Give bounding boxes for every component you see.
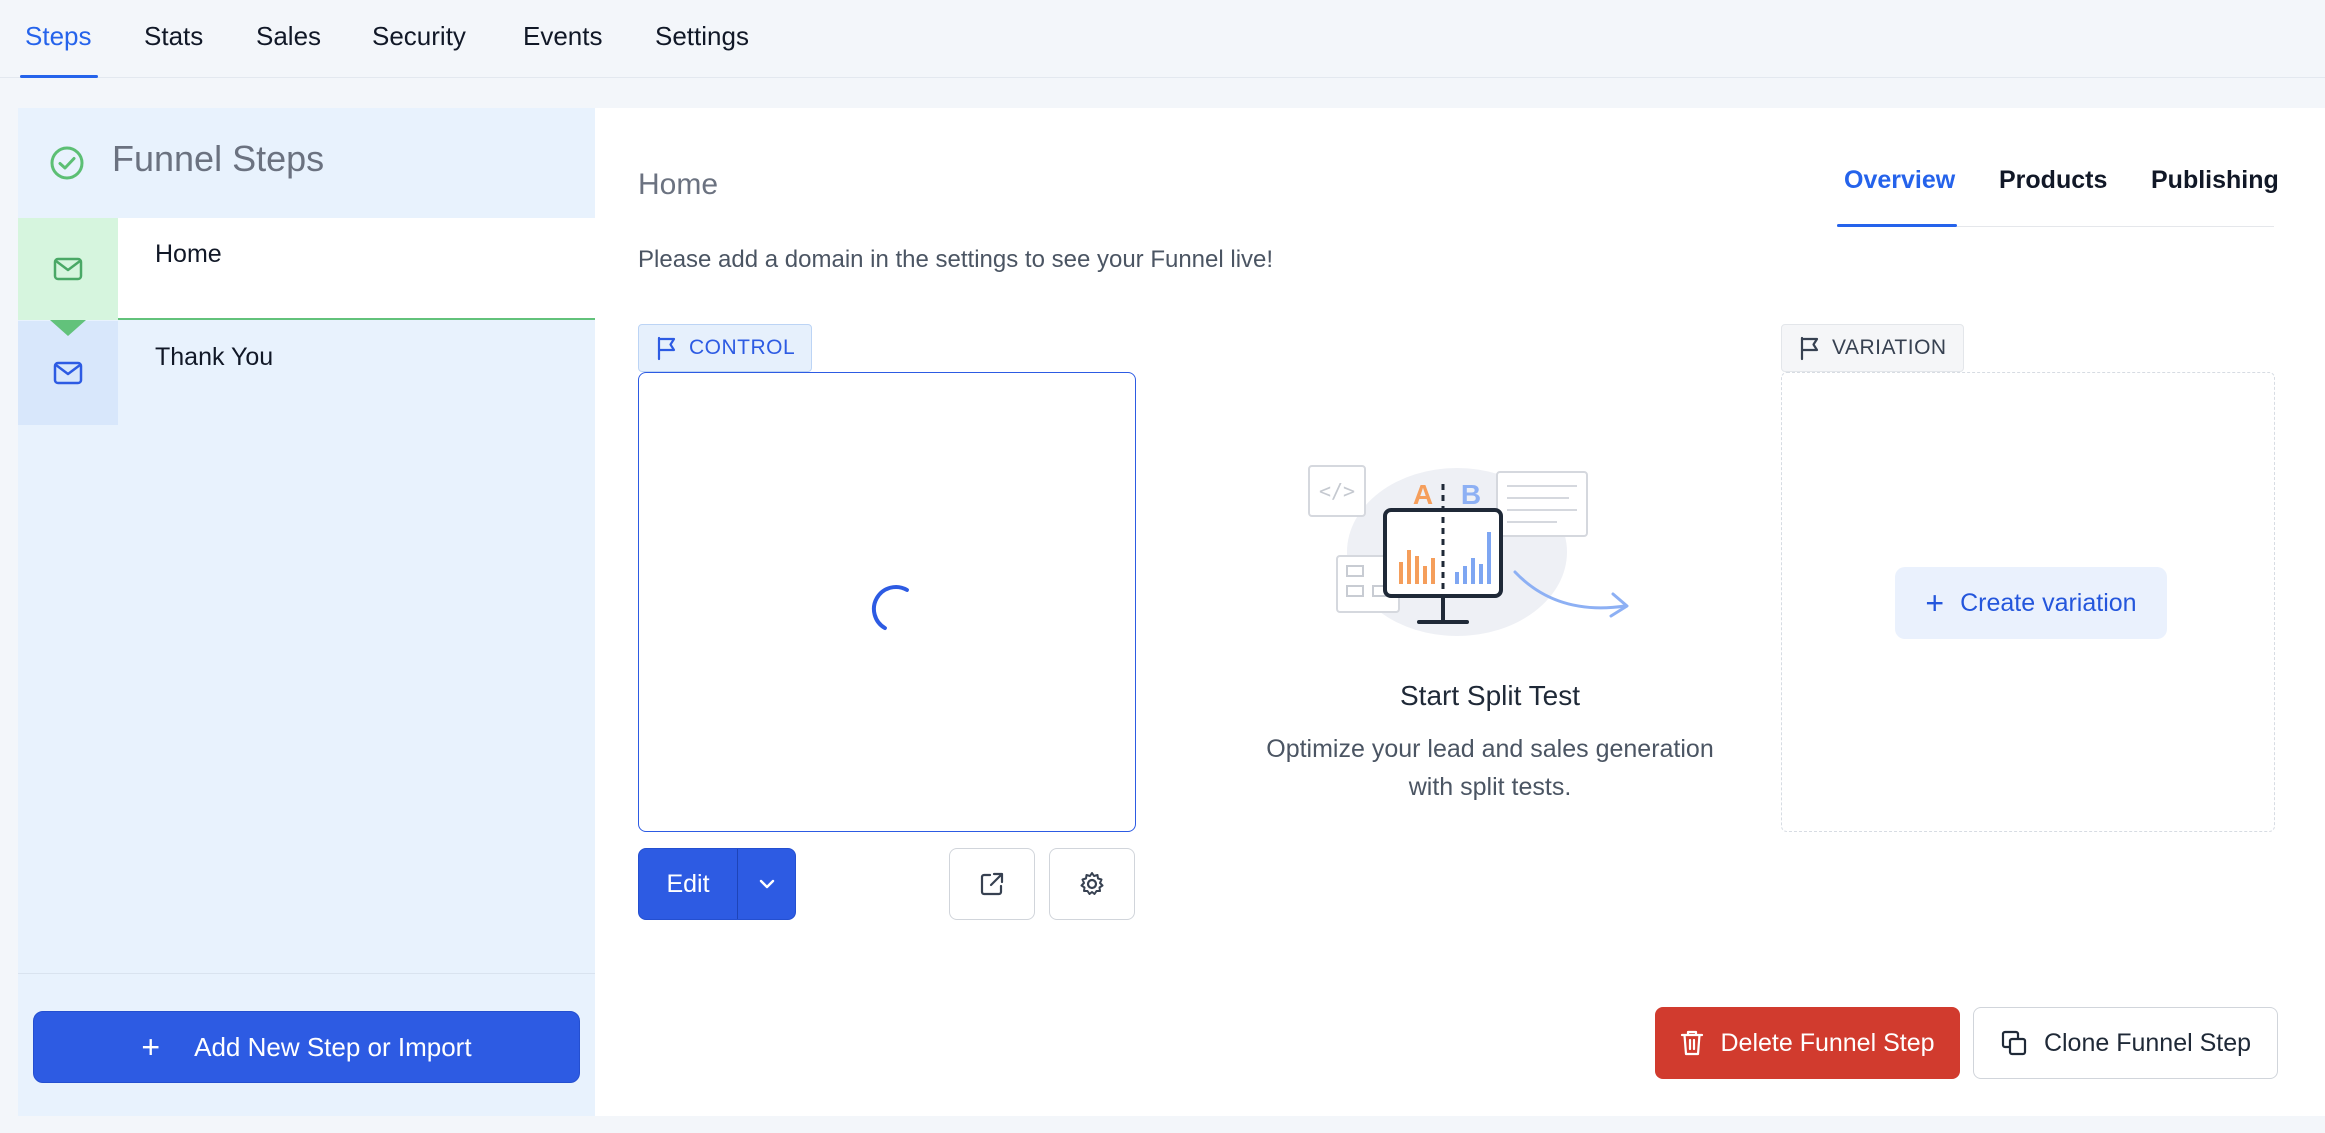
step-label: Thank You: [155, 343, 274, 371]
tab-settings[interactable]: Settings: [655, 0, 749, 78]
trash-icon: [1680, 1029, 1704, 1057]
variation-label: VARIATION: [1832, 336, 1947, 359]
split-test-illustration: </> A B: [1307, 444, 1647, 644]
step-settings-button[interactable]: [1049, 848, 1135, 920]
add-step-button[interactable]: + Add New Step or Import: [33, 1011, 580, 1083]
tab-steps[interactable]: Steps: [20, 0, 97, 78]
subtab-products[interactable]: Products: [1999, 166, 2107, 195]
variation-slot: + Create variation: [1781, 372, 2275, 832]
sidebar-header: Funnel Steps: [18, 108, 595, 218]
open-external-button[interactable]: [949, 848, 1035, 920]
step-icon-box: [18, 321, 118, 425]
add-step-label: Add New Step or Import: [194, 1031, 472, 1062]
flag-icon: [1798, 335, 1822, 361]
plus-icon: +: [1925, 585, 1945, 621]
domain-notice: Please add a domain in the settings to s…: [638, 246, 1274, 273]
tab-stats[interactable]: Stats: [144, 0, 203, 78]
page-title: Home: [638, 168, 719, 201]
check-circle-icon: [48, 144, 86, 182]
sidebar-divider: [18, 973, 595, 974]
svg-text:</>: </>: [1319, 479, 1355, 503]
create-variation-button[interactable]: + Create variation: [1895, 567, 2167, 639]
copy-icon: [2000, 1029, 2028, 1057]
clone-step-label: Clone Funnel Step: [2043, 1028, 2252, 1057]
step-item-home[interactable]: Home: [18, 218, 595, 336]
edit-dropdown-toggle[interactable]: [738, 849, 795, 919]
control-label: CONTROL: [689, 336, 796, 359]
active-subtab-indicator: [1837, 224, 1957, 227]
edit-button[interactable]: Edit: [639, 849, 738, 919]
delete-step-button[interactable]: Delete Funnel Step: [1655, 1007, 1960, 1079]
split-test-title: Start Split Test: [1399, 680, 1580, 711]
chevron-down-icon: [757, 877, 777, 891]
tab-security[interactable]: Security: [372, 0, 466, 78]
step-detail-panel: Home Overview Products Publishing Please…: [595, 108, 2325, 1116]
step-item-thank-you[interactable]: Thank You: [18, 321, 595, 425]
top-nav: Steps Stats Sales Security Events Settin…: [0, 0, 2325, 78]
loading-spinner-icon: [859, 575, 919, 635]
mail-icon: [53, 257, 83, 281]
plus-icon: +: [141, 1029, 161, 1065]
split-desc-line-2: with split tests.: [1408, 773, 1572, 801]
control-preview[interactable]: [638, 372, 1136, 832]
step-label: Home: [155, 240, 222, 268]
sidebar-title: Funnel Steps: [112, 138, 325, 179]
split-label-a: A: [1413, 479, 1433, 510]
control-badge: CONTROL: [638, 324, 813, 372]
tab-events[interactable]: Events: [523, 0, 603, 78]
edit-button-group: Edit: [638, 848, 796, 920]
split-desc-line-1: Optimize your lead and sales generation: [1266, 735, 1714, 763]
clone-step-button[interactable]: Clone Funnel Step: [1973, 1007, 2278, 1079]
create-variation-label: Create variation: [1960, 588, 2137, 617]
step-icon-box: [18, 218, 118, 320]
flag-icon: [655, 335, 679, 361]
gear-icon: [1078, 870, 1106, 898]
tab-sales[interactable]: Sales: [256, 0, 321, 78]
subtab-overview[interactable]: Overview: [1844, 166, 1955, 195]
variation-badge: VARIATION: [1781, 324, 1964, 372]
selected-step-pointer: [50, 320, 86, 336]
external-link-icon: [978, 870, 1006, 898]
mail-icon: [53, 361, 83, 385]
funnel-steps-sidebar: Funnel Steps Home Thank You + Add New St…: [18, 108, 595, 1116]
split-label-b: B: [1461, 479, 1481, 510]
split-test-description: Optimize your lead and sales generation …: [1190, 730, 1790, 806]
delete-step-label: Delete Funnel Step: [1720, 1028, 1935, 1057]
subtab-publishing[interactable]: Publishing: [2151, 166, 2279, 195]
